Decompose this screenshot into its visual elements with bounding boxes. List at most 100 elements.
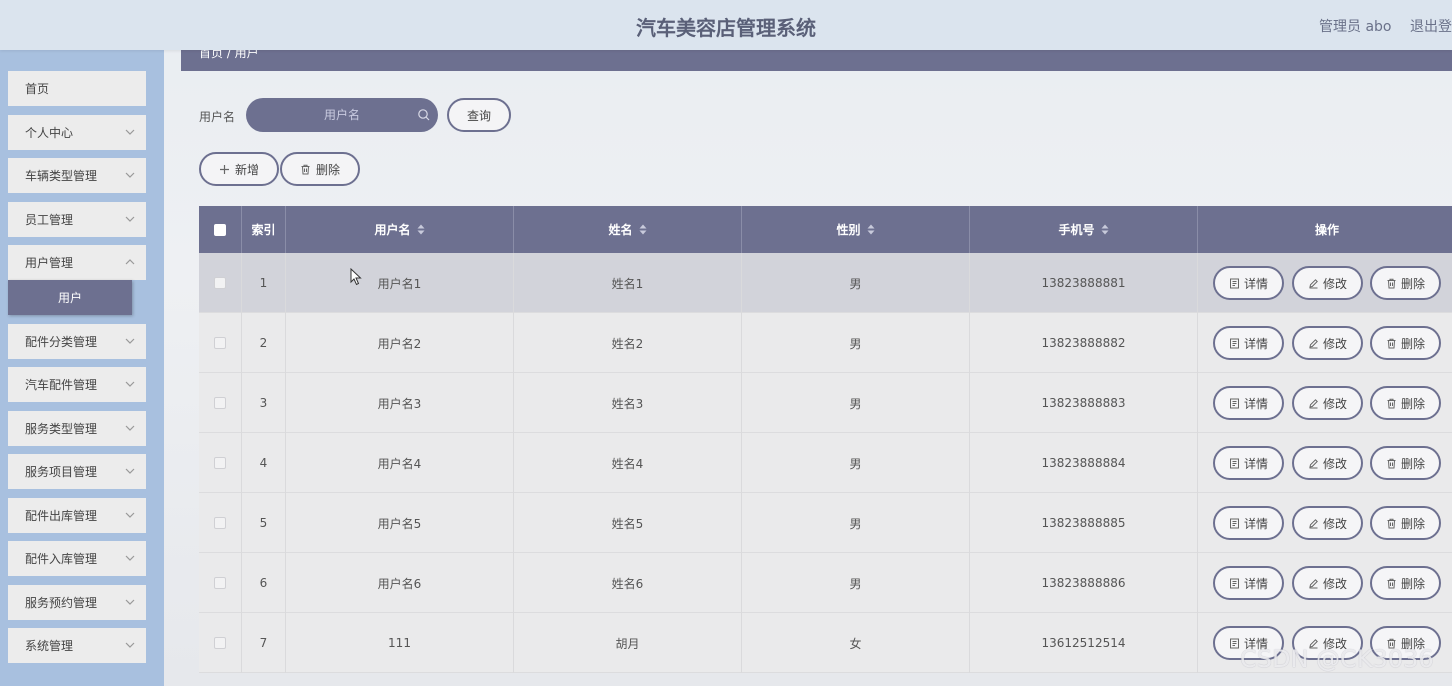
row-checkbox[interactable] <box>214 577 226 589</box>
name-cell: 姓名3 <box>514 373 742 433</box>
row-select-cell <box>199 373 242 433</box>
edit-icon <box>1309 278 1318 288</box>
edit-button[interactable]: 修改 <box>1292 326 1363 360</box>
chevron-down-icon <box>125 425 135 431</box>
delete-button[interactable]: 删除 <box>1370 506 1441 540</box>
column-header-phone[interactable]: 手机号 <box>970 206 1198 253</box>
detail-button[interactable]: 详情 <box>1213 266 1284 300</box>
name-cell: 姓名1 <box>514 253 742 313</box>
batch-delete-button[interactable]: 删除 <box>280 152 360 186</box>
sidebar-item-system[interactable]: 系统管理 <box>8 628 146 663</box>
document-icon <box>1229 398 1239 408</box>
phone-cell: 13823888886 <box>970 553 1198 613</box>
column-header-name[interactable]: 姓名 <box>514 206 742 253</box>
sidebar-item-user-management[interactable]: 用户管理 <box>8 245 146 280</box>
username-value: 111 <box>388 636 411 650</box>
delete-button[interactable]: 删除 <box>1370 266 1441 300</box>
sidebar-item-part-outbound[interactable]: 配件出库管理 <box>8 498 146 533</box>
search-input[interactable] <box>246 98 438 132</box>
detail-button[interactable]: 详情 <box>1213 386 1284 420</box>
table-row[interactable]: 5 用户名5 姓名5 男 13823888885 详情 修改 删除 <box>199 493 1452 553</box>
select-all-checkbox[interactable] <box>214 223 226 236</box>
table-row[interactable]: 2 用户名2 姓名2 男 13823888882 详情 修改 删除 <box>199 313 1452 373</box>
query-button[interactable]: 查询 <box>447 98 511 132</box>
delete-button[interactable]: 删除 <box>1370 386 1441 420</box>
table-row[interactable]: 4 用户名4 姓名4 男 13823888884 详情 修改 删除 <box>199 433 1452 493</box>
sidebar-item-service-item[interactable]: 服务项目管理 <box>8 454 146 489</box>
edit-button[interactable]: 修改 <box>1292 446 1363 480</box>
edit-button-label: 修改 <box>1322 396 1347 411</box>
edit-button[interactable]: 修改 <box>1292 266 1363 300</box>
sidebar-item-car-parts[interactable]: 汽车配件管理 <box>8 367 146 402</box>
document-icon <box>1229 278 1239 288</box>
sidebar-item-service-booking[interactable]: 服务预约管理 <box>8 585 146 620</box>
sort-icon <box>417 224 424 235</box>
detail-button[interactable]: 详情 <box>1213 446 1284 480</box>
edit-button[interactable]: 修改 <box>1292 506 1363 540</box>
edit-button[interactable]: 修改 <box>1292 566 1363 600</box>
row-checkbox[interactable] <box>214 457 226 469</box>
sidebar-item-part-inbound[interactable]: 配件入库管理 <box>8 541 146 576</box>
phone-value: 13823888886 <box>1041 576 1126 590</box>
phone-value: 13823888882 <box>1041 336 1126 350</box>
delete-button[interactable]: 删除 <box>1370 446 1441 480</box>
user-table: 索引 用户名 姓名 性别 手机号 操作 1 用户名1 姓名1 男 13823888881… <box>199 206 1452 673</box>
detail-button[interactable]: 详情 <box>1213 506 1284 540</box>
detail-button-label: 详情 <box>1243 336 1268 351</box>
username-cell: 用户名2 <box>286 313 514 373</box>
trash-icon <box>1387 338 1396 348</box>
sidebar-item-home[interactable]: 首页 <box>8 71 146 106</box>
row-checkbox[interactable] <box>214 397 226 409</box>
app-title: 汽车美容店管理系统 <box>636 16 816 40</box>
logout-link[interactable]: 退出登录 <box>1410 16 1452 36</box>
column-header-actions: 操作 <box>1198 206 1452 253</box>
name-value: 姓名1 <box>611 276 644 291</box>
row-checkbox[interactable] <box>214 517 226 529</box>
chevron-down-icon <box>125 172 135 178</box>
sidebar-item-label: 配件分类管理 <box>25 335 98 349</box>
sidebar-item-part-category[interactable]: 配件分类管理 <box>8 324 146 359</box>
sidebar-item-label: 配件入库管理 <box>25 552 98 566</box>
username-cell: 用户名5 <box>286 493 514 553</box>
username-cell: 用户名3 <box>286 373 514 433</box>
document-icon <box>1229 338 1239 348</box>
trash-icon <box>1387 278 1396 288</box>
column-header-label: 操作 <box>1314 223 1339 237</box>
sidebar-item-label: 配件出库管理 <box>25 509 98 523</box>
breadcrumb-bar: 首页 / 用户 <box>181 50 1452 71</box>
table-row[interactable]: 1 用户名1 姓名1 男 13823888881 详情 修改 删除 <box>199 253 1452 313</box>
delete-button[interactable]: 删除 <box>1370 326 1441 360</box>
phone-value: 13823888881 <box>1041 276 1126 290</box>
table-row[interactable]: 3 用户名3 姓名3 男 13823888883 详情 修改 删除 <box>199 373 1452 433</box>
detail-button[interactable]: 详情 <box>1213 566 1284 600</box>
table-header: 索引 用户名 姓名 性别 手机号 操作 <box>199 206 1452 253</box>
sort-icon <box>867 224 874 235</box>
phone-value: 13823888883 <box>1041 396 1126 410</box>
sidebar-item-employee[interactable]: 员工管理 <box>8 202 146 237</box>
trash-icon <box>1387 518 1396 528</box>
row-checkbox[interactable] <box>214 337 226 349</box>
edit-button[interactable]: 修改 <box>1292 386 1363 420</box>
column-header-username[interactable]: 用户名 <box>286 206 514 253</box>
column-header-gender[interactable]: 性别 <box>742 206 970 253</box>
delete-button-label: 删除 <box>1400 396 1425 411</box>
sidebar-item-service-type[interactable]: 服务类型管理 <box>8 411 146 446</box>
index-value: 6 <box>259 576 268 590</box>
name-value: 姓名6 <box>611 576 644 591</box>
index-cell: 2 <box>242 313 286 373</box>
table-row[interactable]: 6 用户名6 姓名6 男 13823888886 详情 修改 删除 <box>199 553 1452 613</box>
sidebar-subitem-user[interactable]: 用户 <box>8 280 132 315</box>
row-checkbox[interactable] <box>214 277 226 289</box>
search-icon <box>418 109 430 121</box>
row-select-cell <box>199 433 242 493</box>
trash-icon <box>1387 578 1396 588</box>
sidebar-item-label: 服务预约管理 <box>25 596 98 610</box>
add-button[interactable]: 新增 <box>199 152 279 186</box>
document-icon <box>1229 638 1239 648</box>
name-cell: 姓名6 <box>514 553 742 613</box>
sidebar-item-vehicle-type[interactable]: 车辆类型管理 <box>8 158 146 193</box>
detail-button[interactable]: 详情 <box>1213 326 1284 360</box>
row-checkbox[interactable] <box>214 637 226 649</box>
delete-button[interactable]: 删除 <box>1370 566 1441 600</box>
sidebar-item-personal-center[interactable]: 个人中心 <box>8 115 146 150</box>
